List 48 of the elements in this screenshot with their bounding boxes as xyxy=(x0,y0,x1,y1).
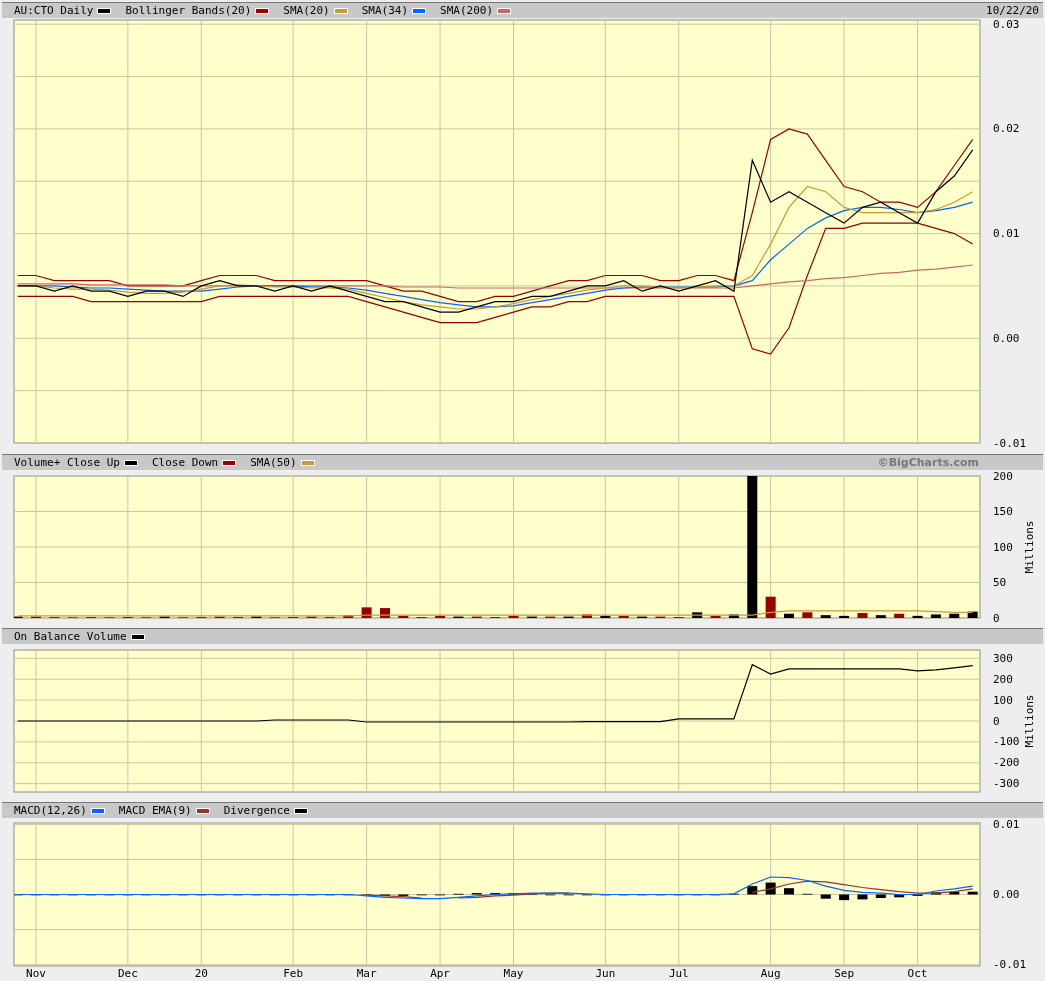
axis-label: 150 xyxy=(993,505,1013,518)
axis-label: -300 xyxy=(993,777,1020,791)
legend-label: SMA(200) xyxy=(440,4,494,17)
axis-label: 0.00 xyxy=(993,331,1020,345)
axis-label: 200 xyxy=(993,672,1013,686)
axis-label: 0 xyxy=(993,611,1000,625)
legend-label: MACD(12,26) xyxy=(14,804,87,817)
axis-label: 200 xyxy=(993,470,1013,483)
axis-label: 0.01 xyxy=(993,227,1020,241)
legend-label: Volume+ Close Up xyxy=(14,456,120,469)
axis-label: Sep xyxy=(834,967,855,980)
axis-label: 100 xyxy=(993,693,1013,707)
legend-label: On Balance Volume xyxy=(14,630,127,643)
credit-text: ©BigCharts.com xyxy=(877,456,979,469)
axis-label: -200 xyxy=(993,756,1020,770)
axis-label: 0 xyxy=(993,714,1000,728)
legend-label: Bollinger Bands(20) xyxy=(125,4,252,17)
axis-label: Aug xyxy=(760,967,781,980)
axis-label: Mar xyxy=(356,967,377,980)
legend-label: SMA(50) xyxy=(250,456,297,469)
axis-label: Feb xyxy=(283,967,304,980)
axis-label: -100 xyxy=(993,735,1020,749)
axis-label: 100 xyxy=(993,540,1013,554)
date-label: 10/22/20 xyxy=(986,4,1039,17)
legend-label: Divergence xyxy=(223,804,290,817)
legend-label: Close Down xyxy=(151,456,219,469)
axis-title: Millions xyxy=(1023,694,1036,748)
axis-label: 20 xyxy=(194,967,208,980)
axis-label: Nov xyxy=(26,967,46,980)
axis-label: Jun xyxy=(595,967,616,980)
legend-label: AU:CTO Daily xyxy=(14,4,94,17)
axis-label: Dec xyxy=(117,967,138,980)
axis-label: 300 xyxy=(993,651,1013,665)
axis-label: Oct xyxy=(907,967,928,980)
legend-label: SMA(20) xyxy=(283,4,330,17)
axis-label: Apr xyxy=(430,967,450,980)
axis-label: 0.00 xyxy=(993,888,1020,901)
axis-label: -0.01 xyxy=(993,436,1027,450)
axis-label: Jul xyxy=(668,967,689,980)
legend-label: SMA(34) xyxy=(361,4,409,17)
legend-label: MACD EMA(9) xyxy=(118,804,192,817)
axis-title: Millions xyxy=(1023,520,1036,574)
axis-label: -0.01 xyxy=(993,958,1027,972)
axis-label: 0.03 xyxy=(993,18,1020,31)
axis-label: 50 xyxy=(993,576,1007,589)
axis-label: May xyxy=(503,967,524,980)
axis-label: 0.02 xyxy=(993,122,1020,136)
axis-label: 0.01 xyxy=(993,818,1020,831)
